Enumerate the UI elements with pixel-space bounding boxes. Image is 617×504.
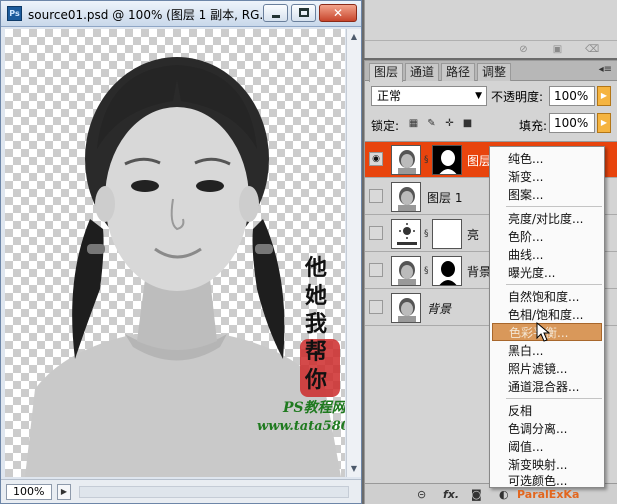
close-button[interactable]: ✕ xyxy=(319,4,357,22)
layer-thumbnail xyxy=(391,182,421,212)
tab-channels[interactable]: 通道 xyxy=(405,63,440,81)
eye-icon[interactable] xyxy=(369,263,383,277)
adjustment-layer-icon[interactable]: ◐ xyxy=(499,488,509,502)
opacity-field[interactable]: 100% xyxy=(549,86,595,106)
minimize-icon xyxy=(272,15,280,18)
menu-item-photo-filter[interactable]: 照片滤镜... xyxy=(492,360,602,378)
brightness-contrast-icon xyxy=(391,219,421,249)
menu-item-invert[interactable]: 反相 xyxy=(492,402,602,420)
mouse-cursor-icon xyxy=(536,322,550,342)
new-icon[interactable]: ▣ xyxy=(551,44,564,56)
calligraphy-watermark: 他她 我帮 你 xyxy=(305,254,345,394)
menu-item-exposure[interactable]: 曝光度... xyxy=(492,264,602,282)
link-icon: § xyxy=(424,155,429,165)
menu-item-channel-mixer[interactable]: 通道混合器... xyxy=(492,378,602,396)
link-layers-icon[interactable]: ⊝ xyxy=(417,488,426,502)
menu-item-gradient-map[interactable]: 渐变映射... xyxy=(492,456,602,474)
eye-icon[interactable] xyxy=(369,226,383,240)
scroll-down-icon[interactable]: ▼ xyxy=(347,461,361,476)
menu-item-pattern[interactable]: 图案... xyxy=(492,186,602,204)
menu-separator xyxy=(506,398,602,399)
menu-item-gradient[interactable]: 渐变... xyxy=(492,168,602,186)
menu-item-selective-color[interactable]: 可选颜色... xyxy=(492,474,602,488)
tab-paths[interactable]: 路径 xyxy=(441,63,476,81)
layer-mask-thumbnail xyxy=(432,145,462,175)
layer-name[interactable]: 背景 xyxy=(427,300,451,317)
lock-all-icon[interactable]: ■ xyxy=(461,117,474,130)
panel-menu-icon[interactable]: ◂≡ xyxy=(599,64,612,75)
layer-mask-thumbnail xyxy=(432,256,462,286)
menu-item-levels[interactable]: 色阶... xyxy=(492,228,602,246)
brand-url: www.tata580.com xyxy=(257,419,345,434)
panel-tabs: 图层 通道 路径 调整 ◂≡ xyxy=(365,61,617,82)
zoom-field[interactable]: 100% xyxy=(6,484,52,500)
close-icon: ✕ xyxy=(332,6,344,20)
lock-label: 锁定: xyxy=(371,119,400,133)
watermark-line: 我帮 xyxy=(305,311,328,365)
blend-mode-value: 正常 xyxy=(377,89,402,103)
tab-adjustments[interactable]: 调整 xyxy=(477,63,512,81)
watermark-line: 你 xyxy=(305,367,328,393)
menu-item-solid-color[interactable]: 纯色... xyxy=(492,150,602,168)
blend-mode-select[interactable]: 正常 ▼ xyxy=(371,86,487,106)
maximize-icon xyxy=(299,8,309,17)
opacity-slider-button[interactable]: ▶ xyxy=(597,86,611,106)
minimize-button[interactable] xyxy=(263,4,288,22)
layer-name[interactable]: 图层 xyxy=(467,152,491,169)
menu-separator xyxy=(506,284,602,285)
horizontal-scrollbar[interactable] xyxy=(79,486,349,498)
photoshop-app-icon: Ps xyxy=(7,6,22,21)
lock-transparent-icon[interactable]: ▦ xyxy=(407,117,420,130)
lock-pixels-icon[interactable]: ✎ xyxy=(425,117,438,130)
menu-item-vibrance[interactable]: 自然饱和度... xyxy=(492,288,602,306)
fill-label: 填充: xyxy=(519,119,548,133)
status-menu-icon[interactable]: ▶ xyxy=(57,484,71,500)
vertical-scrollbar[interactable]: ▲ ▼ xyxy=(346,29,361,477)
brand-text: PS教程网 xyxy=(283,400,345,416)
link-icon: § xyxy=(424,266,429,276)
image-canvas[interactable]: 他她 我帮 你 PS教程网 www.tata580.com xyxy=(5,29,345,477)
chevron-down-icon: ▼ xyxy=(475,91,482,101)
tab-layers[interactable]: 图层 xyxy=(369,63,404,82)
eye-icon[interactable] xyxy=(369,300,383,314)
trash-icon[interactable]: ⌫ xyxy=(585,44,599,56)
menu-item-curves[interactable]: 曲线... xyxy=(492,246,602,264)
menu-item-black-white[interactable]: 黑白... xyxy=(492,342,602,360)
eye-icon[interactable]: ◉ xyxy=(369,152,383,166)
link-icon: § xyxy=(424,229,429,239)
layer-name[interactable]: 背景 xyxy=(467,263,491,280)
watermark-line: 他她 xyxy=(305,255,328,309)
fx-icon[interactable]: fx. xyxy=(443,488,459,502)
document-titlebar[interactable]: Ps source01.psd @ 100% (图层 1 副本, RG... ✕ xyxy=(1,1,361,27)
fill-slider-button[interactable]: ▶ xyxy=(597,113,611,133)
eye-icon[interactable] xyxy=(369,189,383,203)
bottom-watermark: ParalExKa xyxy=(517,488,580,501)
layer-name[interactable]: 亮 xyxy=(467,226,479,243)
link-icon[interactable]: ⊘ xyxy=(517,44,530,56)
lock-position-icon[interactable]: ✛ xyxy=(443,117,456,130)
layer-thumbnail xyxy=(391,256,421,286)
menu-item-brightness-contrast[interactable]: 亮度/对比度... xyxy=(492,210,602,228)
menu-item-posterize[interactable]: 色调分离... xyxy=(492,420,602,438)
adjustment-layer-menu: 纯色... 渐变... 图案... 亮度/对比度... 色阶... 曲线... … xyxy=(489,146,605,488)
status-bar: 100% ▶ xyxy=(1,479,361,503)
layer-thumbnail xyxy=(391,293,421,323)
layer-mask-thumbnail xyxy=(432,219,462,249)
add-mask-icon[interactable]: ◙ xyxy=(471,488,482,502)
document-window: Ps source01.psd @ 100% (图层 1 副本, RG... ✕ xyxy=(0,0,362,504)
scroll-up-icon[interactable]: ▲ xyxy=(347,29,361,44)
layer-thumbnail xyxy=(391,145,421,175)
menu-separator xyxy=(506,206,602,207)
menu-item-threshold[interactable]: 阈值... xyxy=(492,438,602,456)
upper-panel-footer: ⊘ ▣ ⌫ xyxy=(365,40,617,58)
document-title: source01.psd @ 100% (图层 1 副本, RG... xyxy=(28,8,271,22)
opacity-label: 不透明度: xyxy=(491,90,544,104)
upper-panel: ⊘ ▣ ⌫ xyxy=(364,0,617,58)
maximize-button[interactable] xyxy=(291,4,316,22)
fill-field[interactable]: 100% xyxy=(549,113,595,133)
layer-name[interactable]: 图层 1 xyxy=(427,189,462,206)
